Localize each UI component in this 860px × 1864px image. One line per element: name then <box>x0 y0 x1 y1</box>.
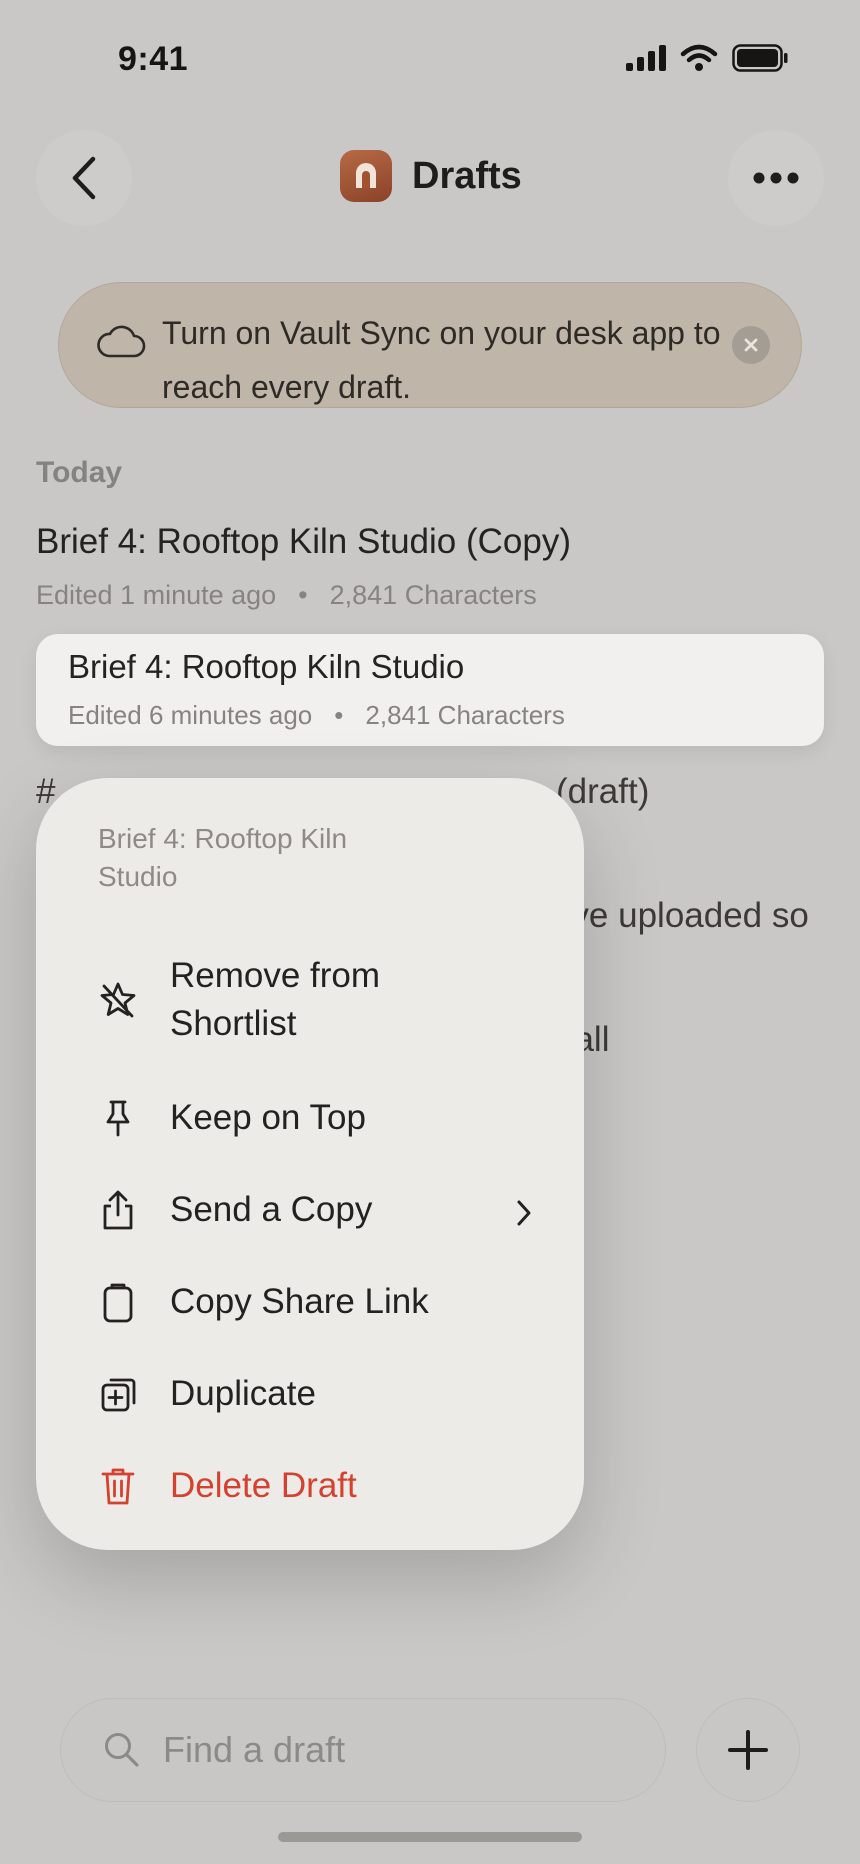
more-options-button[interactable] <box>728 130 824 226</box>
battery-icon <box>732 44 788 72</box>
draft-meta: Edited 1 minute ago • 2,841 Characters <box>36 580 537 611</box>
section-header-today: Today <box>36 456 123 489</box>
menu-item-label: Copy Share Link <box>170 1282 429 1321</box>
menu-item-copy-share-link[interactable]: Copy Share Link <box>96 1278 556 1326</box>
menu-item-send-a-copy[interactable]: Send a Copy <box>96 1186 556 1234</box>
menu-item-label: Send a Copy <box>170 1190 373 1229</box>
menu-item-duplicate[interactable]: Duplicate <box>96 1370 556 1418</box>
star-slash-icon <box>96 978 140 1022</box>
menu-item-label: Keep on Top <box>170 1098 366 1137</box>
status-time: 9:41 <box>118 40 189 78</box>
context-menu-header: Brief 4: Rooftop Kiln Studio <box>98 823 348 892</box>
draft-characters: 2,841 Characters <box>329 580 537 610</box>
draft-title[interactable]: Brief 4: Rooftop Kiln Studio (Copy) <box>36 522 571 562</box>
new-draft-button[interactable] <box>696 1698 800 1802</box>
home-indicator <box>278 1832 582 1842</box>
draft-edited: Edited 6 minutes ago <box>68 700 313 730</box>
banner-close-button[interactable] <box>732 326 770 364</box>
cloud-icon <box>97 325 146 358</box>
draft-characters: 2,841 Characters <box>365 700 565 730</box>
header-title-group: Drafts <box>340 150 522 202</box>
chevron-left-icon <box>72 156 96 200</box>
chevron-right-icon <box>517 1200 531 1226</box>
meta-separator: • <box>334 700 344 730</box>
menu-item-label: Duplicate <box>170 1374 316 1413</box>
clipboard-icon <box>96 1280 140 1324</box>
obscured-row-suffix: (draft) <box>556 772 650 811</box>
search-icon <box>105 1733 139 1767</box>
search-field[interactable]: Find a draft <box>60 1698 666 1802</box>
selected-draft-title: Brief 4: Rooftop Kiln Studio <box>68 648 465 685</box>
pin-icon <box>96 1096 140 1140</box>
meta-separator: • <box>298 580 308 610</box>
page-title: Drafts <box>412 154 522 197</box>
duplicate-icon <box>96 1372 140 1416</box>
ellipsis-icon <box>753 172 799 184</box>
plus-icon <box>728 1730 768 1770</box>
menu-item-label: Remove from Shortlist <box>170 956 381 1043</box>
menu-item-remove-from-shortlist[interactable]: Remove from Shortlist <box>96 952 556 1048</box>
share-icon <box>96 1188 140 1232</box>
search-placeholder: Find a draft <box>163 1729 346 1770</box>
selected-draft-meta: Edited 6 minutes ago • 2,841 Characters <box>68 700 565 731</box>
draft-edited: Edited 1 minute ago <box>36 580 277 610</box>
close-icon <box>744 338 758 352</box>
wifi-icon <box>680 44 718 71</box>
menu-item-delete-draft[interactable]: Delete Draft <box>96 1462 556 1510</box>
menu-item-keep-on-top[interactable]: Keep on Top <box>96 1094 556 1142</box>
back-button[interactable] <box>36 130 132 226</box>
banner-text: Turn on Vault Sync on your desk app to r… <box>162 315 721 405</box>
app-icon <box>340 150 392 202</box>
menu-item-label: Delete Draft <box>170 1466 357 1505</box>
trash-icon <box>96 1464 140 1508</box>
status-icons <box>626 44 788 72</box>
signal-icon <box>626 45 666 71</box>
app-logo-icon <box>356 163 376 188</box>
